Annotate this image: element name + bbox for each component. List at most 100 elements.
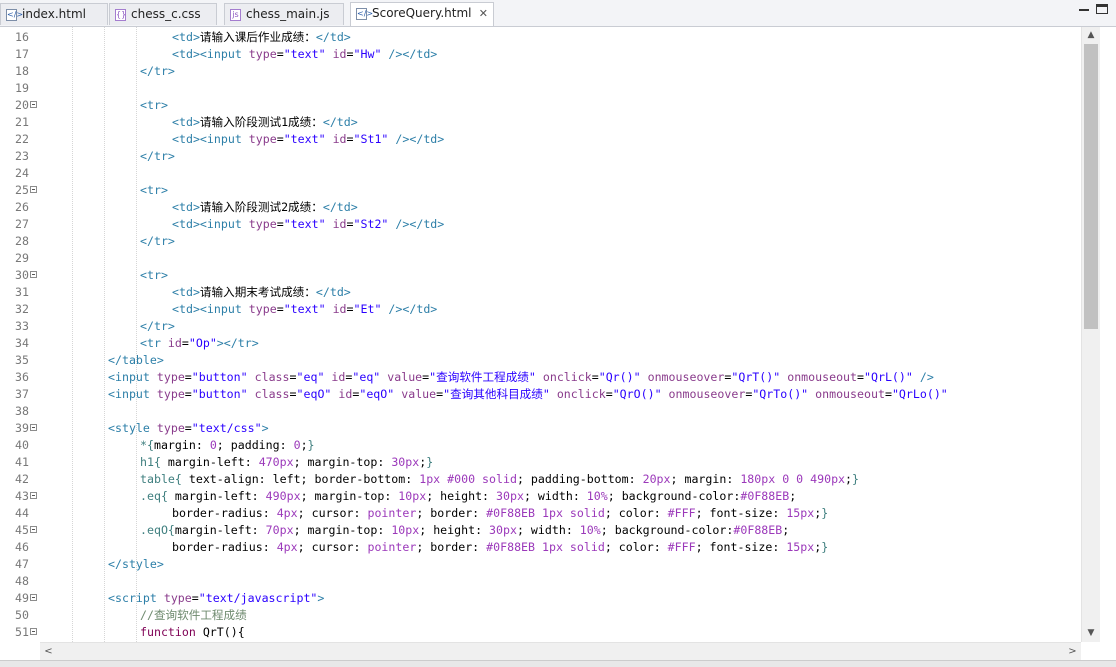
code-line[interactable]: 32 <td><input type="text" id="Et" /></td>: [0, 301, 1081, 318]
code-line[interactable]: 28 </tr>: [0, 233, 1081, 250]
code-text: .eq{ margin-left: 490px; margin-top: 10p…: [140, 488, 796, 505]
code-token: class: [254, 370, 290, 384]
minimize-editor-icon[interactable]: [1078, 4, 1090, 14]
code-token: =: [591, 370, 599, 384]
scroll-up-icon[interactable]: ▲: [1082, 27, 1100, 44]
code-line[interactable]: 18 </tr>: [0, 63, 1081, 80]
code-line[interactable]: 34 <tr id="Op"></tr>: [0, 335, 1081, 352]
code-token: 470px: [258, 455, 294, 469]
code-line[interactable]: 20 <tr>: [0, 97, 1081, 114]
code-line[interactable]: 45 .eqO{margin-left: 70px; margin-top: 10…: [0, 522, 1081, 539]
tab-label: chess_c.css: [131, 7, 201, 21]
code-token: <style: [108, 421, 157, 435]
code-line[interactable]: 41 h1{ margin-left: 470px; margin-top: 30…: [0, 454, 1081, 471]
code-token: #FFF: [667, 540, 696, 554]
code-token: ;: [845, 472, 853, 486]
code-token: ; padding-bottom:: [516, 472, 643, 486]
fold-toggle-icon[interactable]: [30, 186, 37, 193]
code-line[interactable]: 26 <td>请输入阶段测试2成绩：</td>: [0, 199, 1081, 216]
code-line[interactable]: 39 <style type="text/css">: [0, 420, 1081, 437]
close-tab-icon[interactable]: ✕: [479, 3, 488, 24]
code-token: =: [857, 370, 865, 384]
code-line[interactable]: 44 border-radius: 4px; cursor: pointer; b…: [0, 505, 1081, 522]
code-token: </tr>: [140, 319, 175, 333]
code-token: 70px: [265, 523, 294, 537]
scroll-right-icon[interactable]: >: [1064, 643, 1081, 661]
code-token: "St2": [353, 217, 389, 231]
fold-toggle-icon[interactable]: [30, 101, 37, 108]
code-token: />: [919, 370, 934, 384]
line-number: 25: [15, 183, 29, 197]
code-editor[interactable]: 16 <td>请输入课后作业成绩：</td> 17 <td><input type="…: [0, 27, 1081, 642]
fold-toggle-icon[interactable]: [30, 492, 37, 499]
code-line[interactable]: 43 .eq{ margin-left: 490px; margin-top: 1…: [0, 488, 1081, 505]
code-token: </td>: [315, 285, 351, 299]
code-line[interactable]: 38: [0, 403, 1081, 420]
code-line[interactable]: 35 </table>: [0, 352, 1081, 369]
scroll-left-icon[interactable]: <: [40, 643, 57, 661]
code-line[interactable]: 31 <td>请输入期末考试成绩：</td>: [0, 284, 1081, 301]
code-line[interactable]: 29: [0, 250, 1081, 267]
scroll-down-icon[interactable]: ▼: [1082, 625, 1100, 642]
code-token: "QrT()": [731, 370, 781, 384]
code-line[interactable]: 27 <td><input type="text" id="St2" /></td…: [0, 216, 1081, 233]
code-line[interactable]: 21 <td>请输入阶段测试1成绩：</td>: [0, 114, 1081, 131]
code-line[interactable]: 23 </tr>: [0, 148, 1081, 165]
code-line[interactable]: 25 <tr>: [0, 182, 1081, 199]
code-line[interactable]: 42 table{ text-align: left; border-bottom…: [0, 471, 1081, 488]
code-token: <td><input: [172, 132, 249, 146]
tab-scorequery-html[interactable]: </> ScoreQuery.html ✕: [350, 2, 494, 26]
code-token: value: [401, 387, 437, 401]
code-line[interactable]: 50 //查询软件工程成绩: [0, 607, 1081, 624]
line-number: 42: [15, 472, 29, 486]
tab-index-html[interactable]: </> index.html: [0, 3, 108, 25]
code-line[interactable]: 47 </style>: [0, 556, 1081, 573]
tab-chess-main-js[interactable]: js chess_main.js: [224, 3, 344, 25]
code-line[interactable]: 19: [0, 80, 1081, 97]
maximize-editor-icon[interactable]: [1096, 4, 1108, 14]
code-token: =: [276, 302, 284, 316]
line-number: 24: [15, 166, 29, 180]
fold-toggle-icon[interactable]: [30, 594, 37, 601]
code-text: <td>请输入阶段测试2成绩：</td>: [172, 199, 358, 216]
horizontal-scrollbar[interactable]: < >: [40, 642, 1081, 661]
fold-toggle-icon[interactable]: [30, 526, 37, 533]
code-line[interactable]: 17 <td><input type="text" id="Hw" /></td>: [0, 46, 1081, 63]
code-line[interactable]: 33 </tr>: [0, 318, 1081, 335]
line-number: 19: [15, 81, 29, 95]
line-number: 17: [15, 47, 29, 61]
code-token: =: [276, 47, 284, 61]
scroll-thumb[interactable]: [1084, 44, 1098, 329]
code-line[interactable]: 46 border-radius: 4px; cursor: pointer; b…: [0, 539, 1081, 556]
code-text: </table>: [108, 352, 164, 369]
code-token: "QrLo()": [891, 387, 948, 401]
code-line[interactable]: 37 <input type="button" class="eqO" id="e…: [0, 386, 1081, 403]
code-token: 4px: [276, 506, 298, 520]
code-line[interactable]: 48: [0, 573, 1081, 590]
code-line[interactable]: 16 <td>请输入课后作业成绩：</td>: [0, 29, 1081, 46]
line-number: 27: [15, 217, 29, 231]
fold-toggle-icon[interactable]: [30, 424, 37, 431]
code-line[interactable]: 36 <input type="button" class="eq" id="eq…: [0, 369, 1081, 386]
code-token: ; border:: [416, 540, 487, 554]
fold-toggle-icon[interactable]: [30, 271, 37, 278]
code-line[interactable]: 24: [0, 165, 1081, 182]
code-line[interactable]: 30 <tr>: [0, 267, 1081, 284]
code-line[interactable]: 40 *{margin: 0; padding: 0;}: [0, 437, 1081, 454]
tab-chess-c-css[interactable]: {} chess_c.css: [109, 3, 217, 25]
vertical-scrollbar[interactable]: ▲ ▼: [1081, 27, 1100, 642]
code-line[interactable]: 22 <td><input type="text" id="St1" /></td…: [0, 131, 1081, 148]
code-token: <td>: [172, 285, 200, 299]
line-number: 22: [15, 132, 29, 146]
code-line[interactable]: 49 <script type="text/javascript">: [0, 590, 1081, 607]
code-token: >: [261, 421, 269, 435]
code-line[interactable]: 51 function QrT(){: [0, 624, 1081, 641]
code-token: 10%: [586, 489, 608, 503]
code-text: h1{ margin-left: 470px; margin-top: 30px…: [140, 454, 433, 471]
fold-toggle-icon[interactable]: [30, 628, 37, 635]
code-token: 请输入阶段测试1成绩：: [199, 115, 323, 129]
line-number: 43: [15, 489, 29, 503]
code-token: <td><input: [172, 47, 249, 61]
